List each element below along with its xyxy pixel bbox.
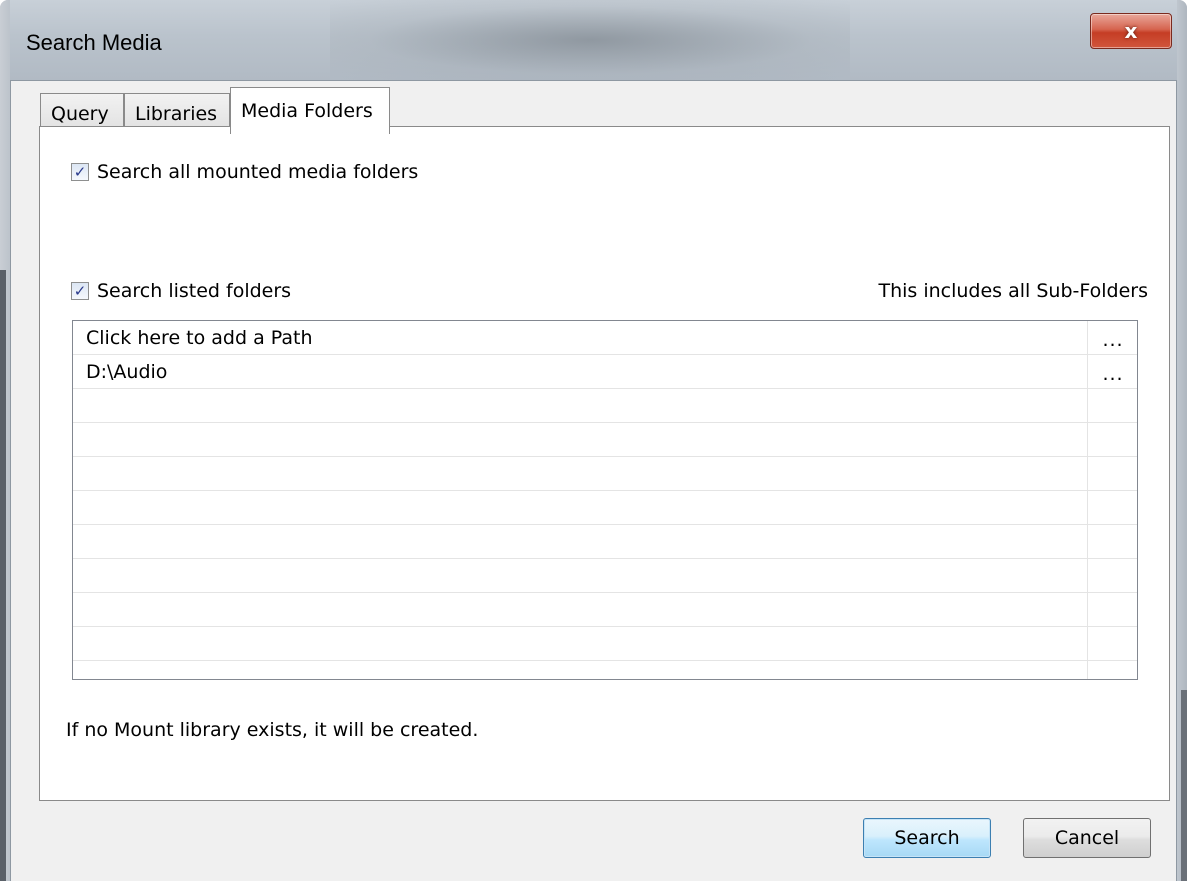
empty-path-row[interactable] xyxy=(73,423,1137,457)
cancel-button[interactable]: Cancel xyxy=(1023,818,1151,858)
title-bar-glass xyxy=(330,0,850,80)
path-text: D:\Audio xyxy=(86,361,168,383)
empty-path-row[interactable] xyxy=(73,525,1137,559)
browse-path-button[interactable]: ... xyxy=(1088,357,1137,391)
empty-path-row[interactable] xyxy=(73,627,1137,661)
browse-path-button[interactable]: ... xyxy=(1088,323,1137,357)
empty-path-row[interactable] xyxy=(73,559,1137,593)
media-folders-panel: ✓ Search all mounted media folders ✓ Sea… xyxy=(39,126,1170,801)
checkmark-icon: ✓ xyxy=(73,163,87,181)
close-icon: x xyxy=(1124,19,1138,43)
checkmark-icon: ✓ xyxy=(73,282,87,300)
dialog-client-area: Query Libraries Media Folders ✓ Search a… xyxy=(10,80,1177,881)
subfolders-hint: This includes all Sub-Folders xyxy=(878,280,1148,302)
path-row[interactable]: D:\Audio xyxy=(73,355,1137,389)
path-text: Click here to add a Path xyxy=(86,327,313,349)
search-listed-label: Search listed folders xyxy=(97,280,292,302)
search-all-mounted-label: Search all mounted media folders xyxy=(97,161,419,183)
window-frame-left-shadow xyxy=(0,270,6,881)
title-bar: Search Media x xyxy=(0,0,1187,80)
search-all-mounted-option[interactable]: ✓ Search all mounted media folders xyxy=(71,161,418,183)
search-listed-checkbox[interactable]: ✓ xyxy=(71,282,89,300)
tab-label: Query xyxy=(51,102,109,125)
empty-path-row[interactable] xyxy=(73,491,1137,525)
empty-path-row[interactable] xyxy=(73,593,1137,627)
search-media-window: Search Media x Query Libraries Media Fol… xyxy=(0,0,1187,881)
mount-library-note: If no Mount library exists, it will be c… xyxy=(66,719,479,741)
path-list[interactable]: Click here to add a Path ... D:\Audio ..… xyxy=(72,320,1138,680)
close-button[interactable]: x xyxy=(1090,13,1172,49)
window-frame-right-shadow xyxy=(1181,690,1187,881)
tab-media-folders[interactable]: Media Folders xyxy=(230,87,390,134)
path-row-add[interactable]: Click here to add a Path xyxy=(73,321,1137,355)
tab-label: Media Folders xyxy=(241,100,373,122)
window-title: Search Media xyxy=(26,30,162,55)
empty-path-row[interactable] xyxy=(73,389,1137,423)
search-listed-option[interactable]: ✓ Search listed folders xyxy=(71,280,291,302)
empty-path-row[interactable] xyxy=(73,457,1137,491)
search-button[interactable]: Search xyxy=(863,818,991,858)
search-all-mounted-checkbox[interactable]: ✓ xyxy=(71,163,89,181)
tab-label: Libraries xyxy=(135,102,218,125)
